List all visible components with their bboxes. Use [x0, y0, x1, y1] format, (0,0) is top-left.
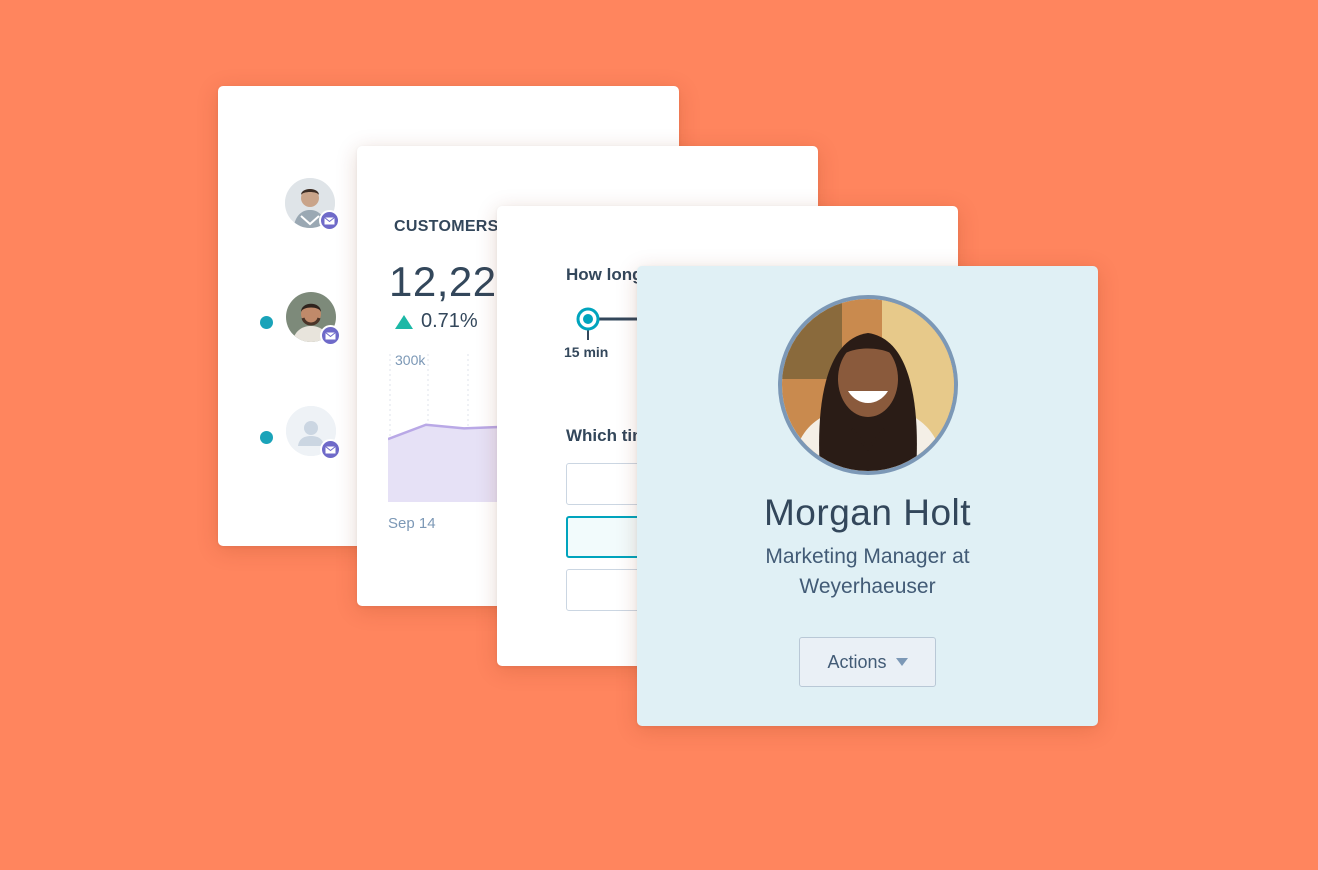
mail-icon: [319, 210, 340, 231]
mail-icon: [320, 439, 341, 460]
status-dot: [260, 316, 273, 329]
area-series-fill: [388, 424, 502, 502]
mail-icon: [320, 325, 341, 346]
profile-title-line1: Marketing Manager at: [765, 545, 970, 568]
customers-change: 0.71%: [421, 310, 478, 332]
actions-button[interactable]: Actions: [799, 637, 936, 687]
status-dot: [260, 431, 273, 444]
question-how-long: How long: [566, 265, 643, 284]
profile-photo: [778, 295, 958, 475]
actions-label: Actions: [827, 651, 887, 672]
customers-title: CUSTOMERS: [394, 218, 499, 235]
slider-label: 15 min: [564, 344, 609, 360]
profile-card: Morgan Holt Marketing Manager at Weyerha…: [637, 266, 1098, 726]
profile-title-line2: Weyerhaeuser: [799, 575, 936, 598]
profile-title: Marketing Manager at Weyerhaeuser: [637, 542, 1098, 602]
profile-name: Morgan Holt: [763, 492, 972, 533]
trend-up-icon: [395, 315, 413, 329]
caret-down-icon: [895, 658, 908, 666]
x-start-label: Sep 14: [388, 515, 436, 532]
